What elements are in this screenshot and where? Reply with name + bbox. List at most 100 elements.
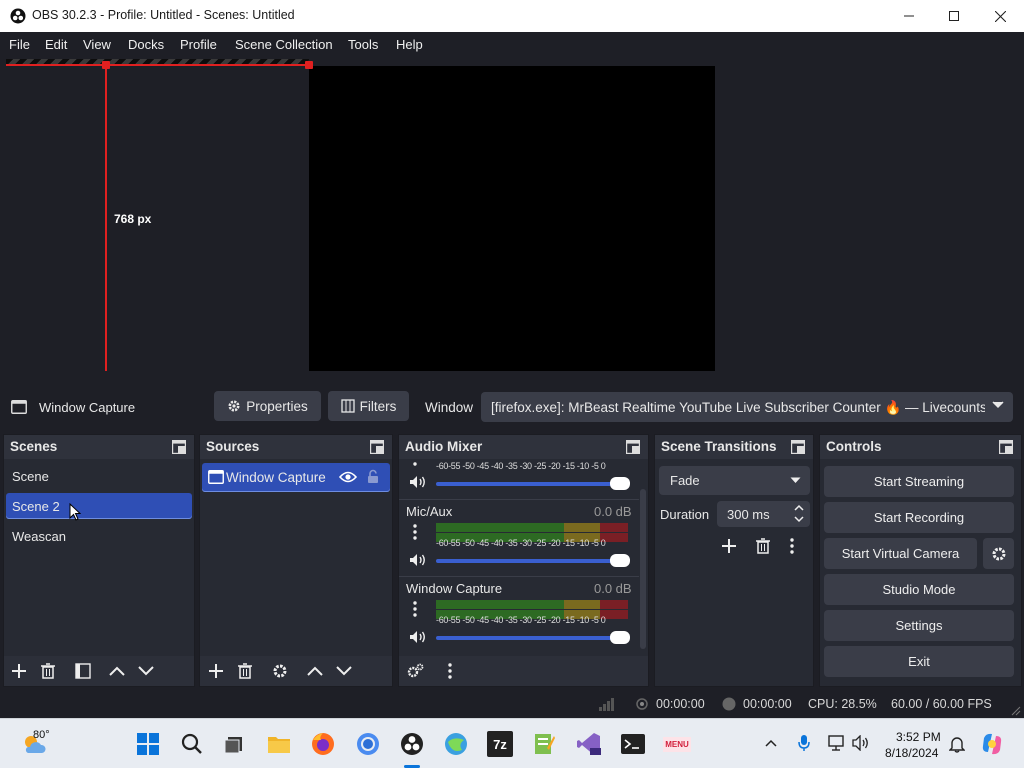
microphone-icon[interactable] [798,734,810,752]
kebab-menu-icon[interactable] [790,538,794,554]
mixer-scrollbar[interactable] [640,489,646,649]
channel-menu-icon[interactable] [413,459,417,469]
scene-item[interactable]: Weascan [6,523,192,549]
start-virtual-camera-button[interactable]: Start Virtual Camera [824,538,977,569]
sources-title: Sources [206,439,260,454]
eye-icon[interactable] [339,471,357,483]
source-properties-button[interactable] [269,660,291,682]
menu-help[interactable]: Help [396,37,423,52]
lock-icon[interactable] [367,469,379,484]
volume-icon[interactable] [852,735,870,751]
move-source-down-button[interactable] [333,660,355,682]
undock-icon[interactable] [370,440,384,454]
menu-tools[interactable]: Tools [348,37,378,52]
file-explorer-icon[interactable] [266,731,292,757]
remove-transition-button[interactable] [751,534,775,558]
scene-item-selected[interactable]: Scene 2 [6,493,192,519]
undock-icon[interactable] [172,440,186,454]
speaker-icon[interactable] [409,630,427,644]
settings-button[interactable]: Settings [824,610,1014,641]
volume-knob[interactable] [610,631,630,644]
copilot-icon[interactable] [980,732,1004,756]
undock-icon[interactable] [999,440,1013,454]
studio-mode-button[interactable]: Studio Mode [824,574,1014,605]
search-icon[interactable] [179,731,205,757]
virtual-camera-settings-button[interactable] [983,538,1014,569]
kebab-menu-icon[interactable] [413,524,417,540]
move-scene-down-button[interactable] [135,660,157,682]
menu-file[interactable]: File [9,37,30,52]
remove-scene-button[interactable] [37,660,59,682]
terminal-icon[interactable] [620,731,646,757]
start-streaming-button[interactable]: Start Streaming [824,466,1014,497]
volume-knob[interactable] [610,554,630,567]
start-recording-button[interactable]: Start Recording [824,502,1014,533]
channel-divider [399,576,639,577]
duration-spinbox[interactable]: 300 ms [717,501,810,527]
network-icon[interactable] [828,735,846,751]
volume-knob[interactable] [610,477,630,490]
gear-icon [272,663,288,679]
sources-toolbar [200,656,392,686]
add-transition-button[interactable] [717,534,741,558]
channel-name: Window Capture [406,581,503,596]
chevron-up-icon[interactable] [794,504,804,511]
volume-slider[interactable] [436,477,630,490]
menu-docks[interactable]: Docks [128,37,164,52]
audio-settings-button[interactable] [404,660,426,682]
move-scene-up-button[interactable] [106,660,128,682]
guide-handle[interactable] [305,61,313,69]
undock-icon[interactable] [626,440,640,454]
notepad-icon[interactable] [531,731,557,757]
windows-start-icon[interactable] [135,731,161,757]
title-bar: OBS 30.2.3 - Profile: Untitled - Scenes:… [0,0,1024,32]
move-source-up-button[interactable] [304,660,326,682]
window-select-value: [firefox.exe]: MrBeast Realtime YouTube … [491,400,985,415]
add-scene-button[interactable] [8,660,30,682]
transition-select[interactable]: Fade [659,466,810,495]
browser-icon[interactable] [443,731,469,757]
transition-select-value: Fade [670,473,700,488]
chevron-up-icon[interactable] [765,739,777,747]
visual-studio-icon[interactable] [576,731,602,757]
guide-handle[interactable] [102,61,110,69]
chevron-down-icon[interactable] [794,516,804,523]
7zip-icon[interactable]: 7z [487,731,513,757]
notification-bell-icon[interactable] [949,735,965,753]
menu-profile[interactable]: Profile [180,37,217,52]
exit-button[interactable]: Exit [824,646,1014,677]
scene-filters-button[interactable] [72,660,94,682]
scene-item[interactable]: Scene [6,463,192,489]
transitions-title: Scene Transitions [661,439,777,454]
minimize-button[interactable] [886,0,932,32]
obs-icon[interactable] [399,731,425,757]
plus-icon [11,663,27,679]
meter-ticks: -60-55 -50 -45 -40 -35 -30 -25 -20 -15 -… [436,615,606,625]
menu-scene-collection[interactable]: Scene Collection [235,37,333,52]
menu-view[interactable]: View [83,37,111,52]
volume-slider[interactable] [436,631,630,644]
volume-slider[interactable] [436,554,630,567]
scenes-toolbar [4,656,194,686]
source-item-selected[interactable]: Window Capture [202,463,390,492]
close-button[interactable] [977,0,1023,32]
audio-mixer-dock: Audio Mixer -60-55 -50 -45 -40 -35 -30 -… [398,434,649,687]
maximize-button[interactable] [931,0,977,32]
preview-scrollbar[interactable] [1016,56,1024,386]
menu-edit[interactable]: Edit [45,37,67,52]
undock-icon[interactable] [791,440,805,454]
speaker-icon[interactable] [409,475,427,489]
add-source-button[interactable] [205,660,227,682]
chrome-icon[interactable] [355,731,381,757]
speaker-icon[interactable] [409,553,427,567]
task-view-icon[interactable] [221,731,247,757]
resize-grip-icon[interactable] [1011,706,1021,716]
filters-button[interactable]: Filters [328,391,409,421]
menu-app-icon[interactable]: MENU [663,731,691,757]
properties-button[interactable]: Properties [214,391,321,421]
firefox-icon[interactable] [310,731,336,757]
preview-canvas[interactable] [309,66,715,371]
kebab-menu-icon[interactable] [413,601,417,617]
kebab-menu-icon[interactable] [439,660,461,682]
remove-source-button[interactable] [234,660,256,682]
